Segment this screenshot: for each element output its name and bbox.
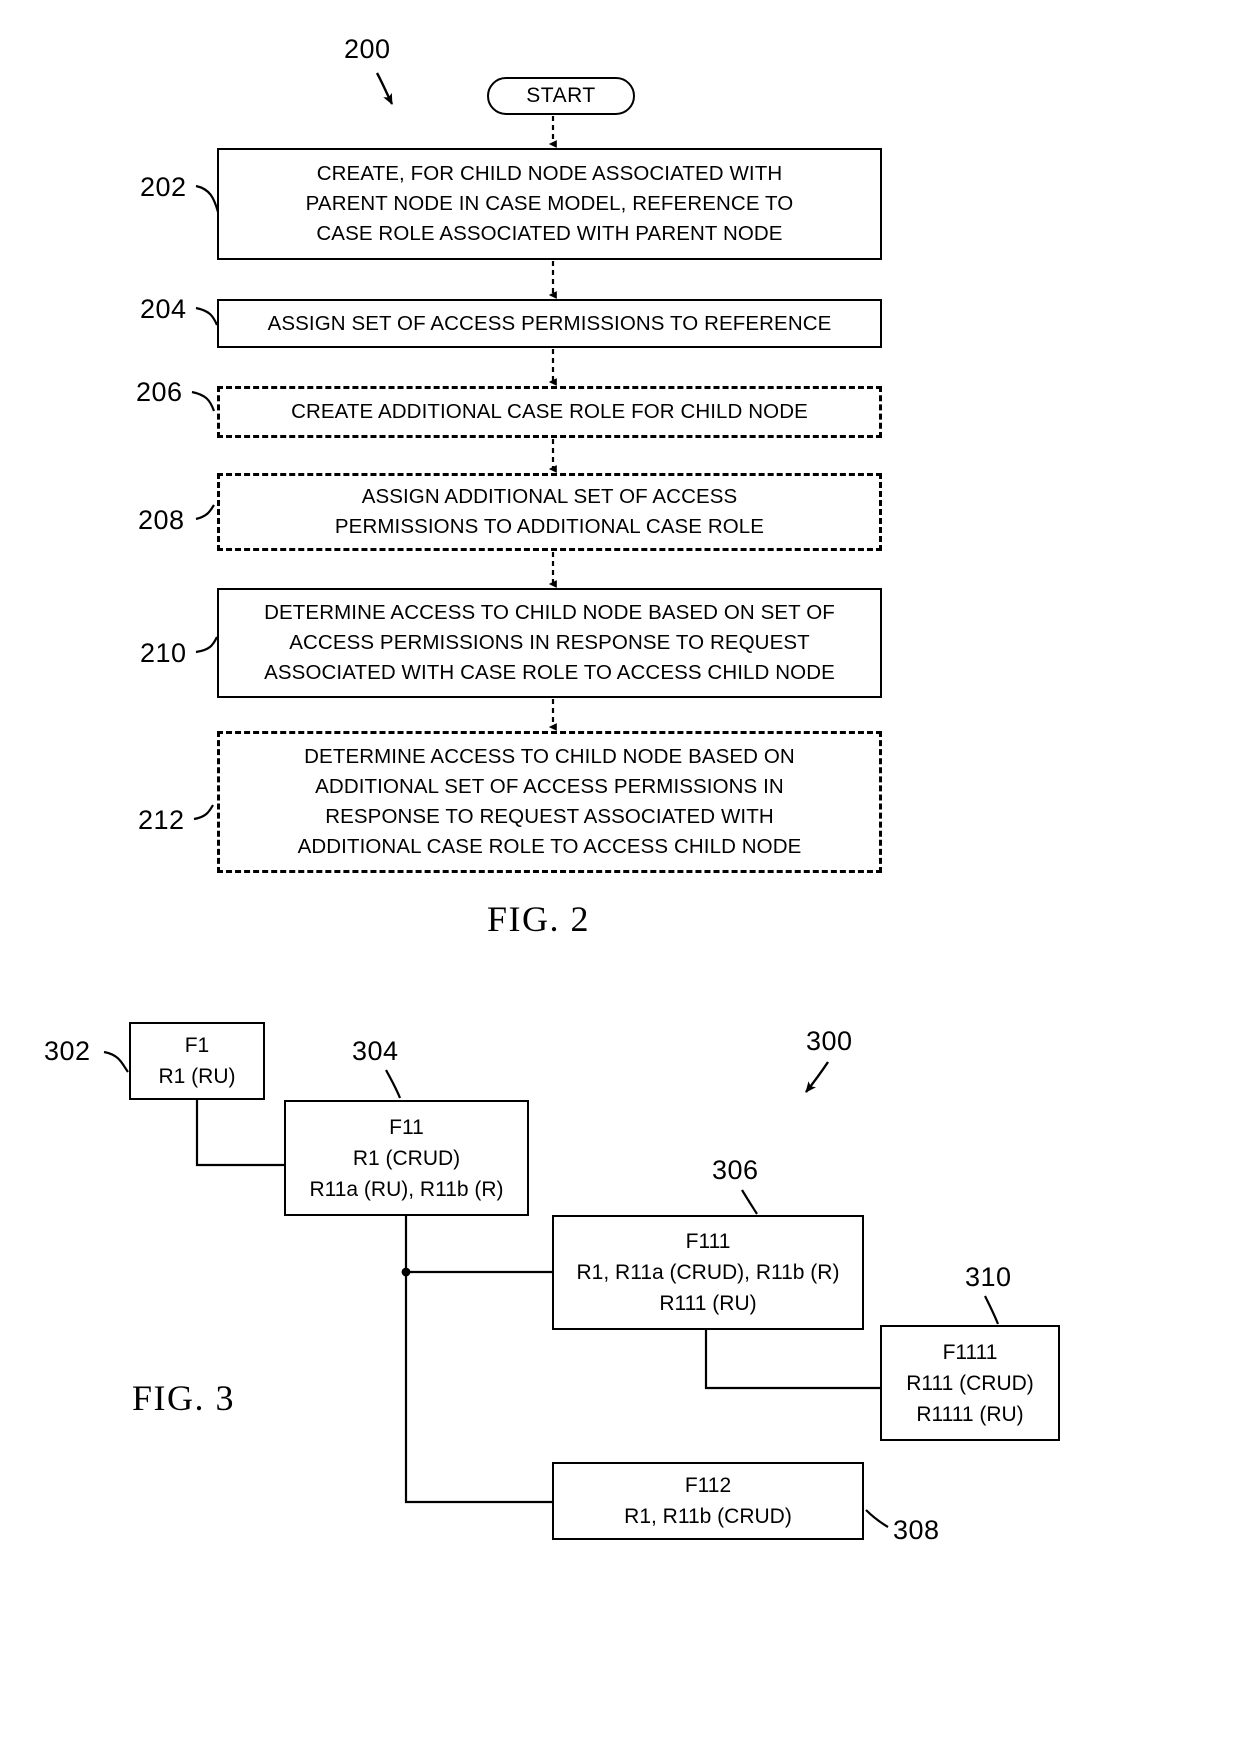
patent-figure-sheet: 200 START CREATE, FOR CHILD NODE ASSOCIA… <box>0 0 1240 1745</box>
tree-node-302: F1 R1 (RU) <box>129 1022 265 1100</box>
figure2-caption: FIG. 2 <box>487 899 591 939</box>
ref-numeral-202: 202 <box>140 172 187 202</box>
lead-line-300 <box>805 1061 829 1093</box>
process-step-210-text: DETERMINE ACCESS TO CHILD NODE BASED ON … <box>264 601 835 684</box>
edge-306-to-310 <box>704 1330 880 1390</box>
lead-line-212 <box>193 804 214 821</box>
process-step-206: CREATE ADDITIONAL CASE ROLE FOR CHILD NO… <box>217 386 882 438</box>
lead-line-206 <box>191 390 216 412</box>
process-step-210: DETERMINE ACCESS TO CHILD NODE BASED ON … <box>217 588 882 698</box>
lead-line-308 <box>865 1509 889 1528</box>
lead-line-204 <box>195 306 219 326</box>
ref-numeral-212: 212 <box>138 805 185 835</box>
tree-node-310-line-2: R1111 (RU) <box>916 1402 1024 1426</box>
process-step-202: CREATE, FOR CHILD NODE ASSOCIATED WITH P… <box>217 148 882 260</box>
ref-numeral-306: 306 <box>712 1155 759 1185</box>
figure3-diagram-ref: 300 <box>806 1026 853 1056</box>
process-step-208: ASSIGN ADDITIONAL SET OF ACCESS PERMISSI… <box>217 473 882 551</box>
process-step-204-text: ASSIGN SET OF ACCESS PERMISSIONS TO REFE… <box>267 311 832 335</box>
tree-node-306-line-1: R1, R11a (CRUD), R11b (R) <box>576 1261 840 1284</box>
figure3-caption: FIG. 3 <box>132 1378 236 1418</box>
start-label: START <box>526 84 596 107</box>
process-step-204: ASSIGN SET OF ACCESS PERMISSIONS TO REFE… <box>217 299 882 348</box>
process-step-212: DETERMINE ACCESS TO CHILD NODE BASED ON … <box>217 731 882 873</box>
start-terminator: START <box>487 77 635 115</box>
process-step-208-text: ASSIGN ADDITIONAL SET OF ACCESS PERMISSI… <box>334 485 765 538</box>
ref-numeral-204: 204 <box>140 294 187 324</box>
tree-node-304-line-2: R11a (RU), R11b (R) <box>309 1177 504 1201</box>
edge-304-to-308 <box>404 1216 552 1504</box>
ref-numeral-302: 302 <box>44 1036 91 1066</box>
ref-numeral-206: 206 <box>136 377 183 407</box>
ref-numeral-310: 310 <box>965 1262 1012 1292</box>
lead-line-210 <box>195 636 218 654</box>
ref-numeral-304: 304 <box>352 1036 399 1066</box>
lead-line-200 <box>375 72 394 105</box>
lead-line-306 <box>741 1189 758 1215</box>
tree-node-304-line-1: R1 (CRUD) <box>352 1146 461 1170</box>
ref-numeral-208: 208 <box>138 505 185 535</box>
junction-dot-304 <box>401 1267 411 1277</box>
lead-line-304 <box>385 1069 402 1099</box>
tree-node-310-line-0: F1111 <box>942 1340 998 1364</box>
lead-line-310 <box>984 1295 1000 1325</box>
tree-node-306: F111 R1, R11a (CRUD), R11b (R) R111 (RU) <box>552 1215 864 1330</box>
tree-node-304-line-0: F11 <box>389 1115 424 1139</box>
ref-numeral-308: 308 <box>893 1515 940 1545</box>
lead-line-208 <box>195 504 215 521</box>
tree-node-306-line-0: F111 <box>685 1230 731 1253</box>
tree-node-310: F1111 R111 (CRUD) R1111 (RU) <box>880 1325 1060 1441</box>
tree-node-308-line-1: R1, R11b (CRUD) <box>624 1505 792 1528</box>
lead-line-302 <box>103 1050 129 1073</box>
process-step-202-text: CREATE, FOR CHILD NODE ASSOCIATED WITH P… <box>305 162 794 245</box>
tree-node-308-line-0: F112 <box>684 1474 732 1497</box>
tree-node-304: F11 R1 (CRUD) R11a (RU), R11b (R) <box>284 1100 529 1216</box>
process-step-212-text: DETERMINE ACCESS TO CHILD NODE BASED ON … <box>297 745 802 858</box>
tree-node-306-line-2: R111 (RU) <box>659 1292 757 1315</box>
edge-302-to-304 <box>195 1100 284 1167</box>
tree-node-302-line-1: R1 (RU) <box>158 1065 236 1088</box>
tree-node-302-line-0: F1 <box>184 1034 210 1057</box>
tree-node-310-line-1: R111 (CRUD) <box>906 1371 1034 1395</box>
figure2-diagram-ref: 200 <box>344 34 391 64</box>
lead-line-202 <box>195 184 220 213</box>
process-step-206-text: CREATE ADDITIONAL CASE ROLE FOR CHILD NO… <box>291 400 808 423</box>
tree-node-308: F112 R1, R11b (CRUD) <box>552 1462 864 1540</box>
ref-numeral-210: 210 <box>140 638 187 668</box>
